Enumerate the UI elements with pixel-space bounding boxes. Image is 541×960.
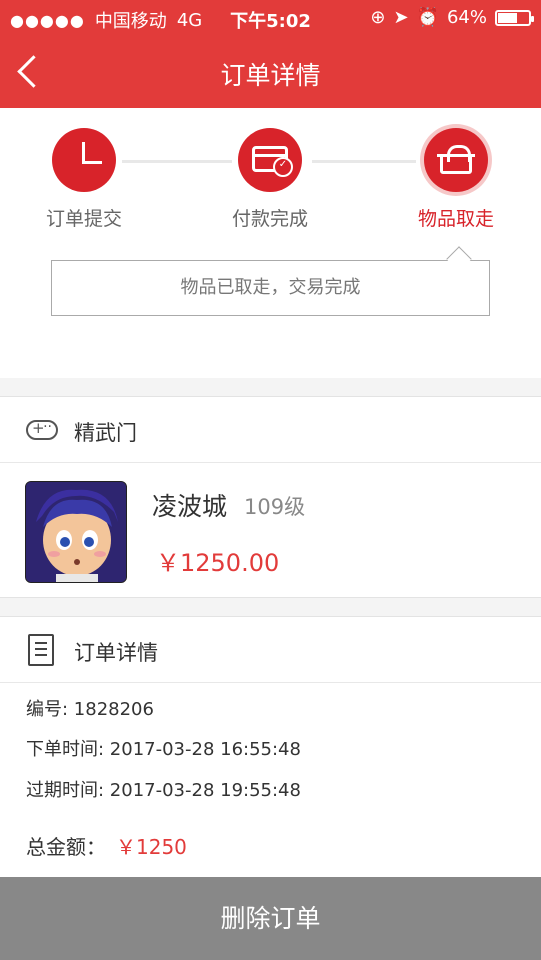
order-details-title: 订单详情 <box>74 641 158 665</box>
basket-icon <box>424 128 488 192</box>
shop-header[interactable]: 精武门 <box>0 397 541 463</box>
step-item-taken: 物品取走 <box>376 128 536 231</box>
alarm-icon: ⏰ <box>416 7 439 28</box>
delete-order-button[interactable]: 删除订单 <box>0 877 541 960</box>
step-order-submitted: 订单提交 <box>4 128 164 231</box>
clock-icon <box>52 128 116 192</box>
product-level: 109级 <box>244 495 306 519</box>
product-name: 凌波城 <box>152 492 228 521</box>
order-created-time: 下单时间: 2017-03-28 16:55:48 <box>26 739 301 760</box>
step-payment-complete: 付款完成 <box>190 128 350 231</box>
status-bar: ●●●●● 中国移动 4G 下午5:02 ⊕ ➤ ⏰ 64% <box>0 0 541 36</box>
step-label: 物品取走 <box>417 208 494 230</box>
gamepad-icon <box>26 419 58 440</box>
battery-icon <box>495 9 534 26</box>
shop-card: 精武门 凌波城 109级 ￥1250.00 <box>0 396 541 598</box>
product-thumbnail <box>25 481 127 583</box>
step-label: 订单提交 <box>45 208 122 230</box>
status-right: ⊕ ➤ ⏰ 64% <box>370 7 534 28</box>
shop-name: 精武门 <box>74 421 137 445</box>
order-total: 总金额： ￥1250 <box>26 831 187 860</box>
product-price: ￥1250.00 <box>156 549 280 577</box>
order-details-card: 订单详情 编号: 1828206 下单时间: 2017-03-28 16:55:… <box>0 616 541 878</box>
order-number: 编号: 1828206 <box>26 699 154 720</box>
battery-percent: 64% <box>446 7 487 28</box>
total-amount: ￥1250 <box>116 835 187 859</box>
order-progress: 订单提交 付款完成 物品取走 物品已取走，交易完成 <box>0 108 541 378</box>
product-row[interactable]: 凌波城 109级 ￥1250.00 <box>0 463 541 598</box>
order-expire-time: 过期时间: 2017-03-28 19:55:48 <box>26 780 301 801</box>
step-label: 付款完成 <box>231 208 308 230</box>
nav-bar: 订单详情 <box>0 36 541 108</box>
page-title: 订单详情 <box>220 61 321 90</box>
top-bar: ●●●●● 中国移动 4G 下午5:02 ⊕ ➤ ⏰ 64% 订单详情 <box>0 0 541 108</box>
rotation-lock-icon: ⊕ <box>370 7 386 28</box>
status-message: 物品已取走，交易完成 <box>51 260 490 316</box>
battery-fill <box>498 12 518 23</box>
total-label: 总金额： <box>26 835 106 859</box>
document-icon <box>28 634 54 666</box>
order-details-header: 订单详情 <box>0 617 541 683</box>
location-icon: ➤ <box>393 7 409 28</box>
card-icon <box>238 128 302 192</box>
